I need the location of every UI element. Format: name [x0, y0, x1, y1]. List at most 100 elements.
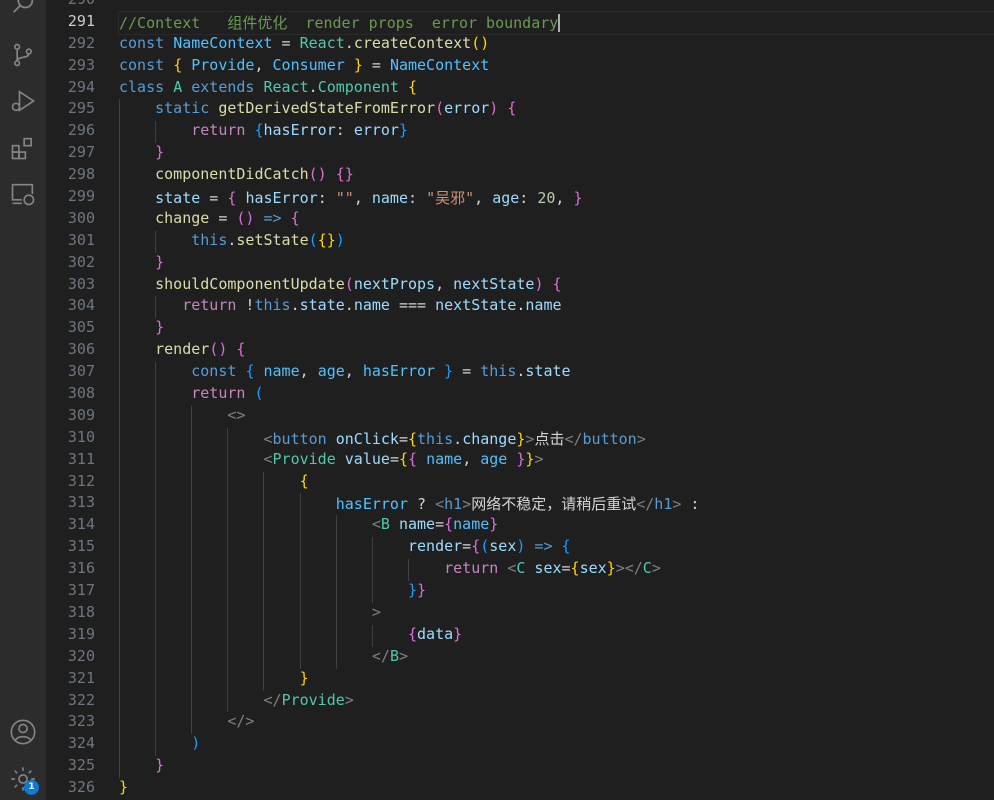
- code-line[interactable]: 302 }: [46, 252, 994, 275]
- indent-guide: [263, 493, 265, 516]
- code-token: shouldComponentUpdate: [155, 274, 345, 293]
- indent-guide: [335, 602, 337, 625]
- line-number: 322: [67, 690, 95, 709]
- indent-guide: [119, 99, 120, 122]
- indent-guide: [191, 493, 193, 516]
- code-line[interactable]: 323 </>: [46, 712, 994, 735]
- code-token: age: [317, 362, 345, 381]
- settings-badge: 1: [24, 780, 39, 795]
- source-control-icon[interactable]: [9, 41, 37, 69]
- code-line[interactable]: 303 shouldComponentUpdate(nextProps, nex…: [46, 274, 994, 297]
- code-line[interactable]: 314 <B name={name}: [46, 515, 994, 538]
- indent-guide: [227, 690, 229, 713]
- code-line[interactable]: 294 class A extends React.Component {: [46, 78, 994, 100]
- code-line[interactable]: 315 render={(sex) => {: [46, 537, 994, 560]
- code-token: :: [335, 121, 354, 140]
- code-token: (: [480, 537, 490, 556]
- account-icon[interactable]: [9, 718, 37, 746]
- code-line[interactable]: 309 <>: [46, 405, 994, 428]
- code-line[interactable]: 290: [46, 0, 994, 12]
- code-token: A: [173, 77, 183, 96]
- code-token: nextState: [435, 296, 517, 315]
- code-token: }: [155, 252, 165, 271]
- run-debug-icon[interactable]: [9, 87, 37, 115]
- code-token: sex: [579, 559, 607, 578]
- code-token: ,: [435, 274, 454, 293]
- indent-guide: [155, 515, 157, 538]
- code-line[interactable]: 304 return !this.state.name === nextStat…: [46, 296, 994, 319]
- code-line[interactable]: 318 >: [46, 602, 994, 625]
- search-icon[interactable]: [9, 0, 37, 18]
- code-token: {: [552, 274, 562, 293]
- indent-guide: [371, 537, 373, 560]
- code-line[interactable]: 322 </Provide>: [46, 690, 994, 713]
- code-token: NameContext: [173, 33, 273, 52]
- extensions-icon[interactable]: [9, 134, 37, 162]
- code-line[interactable]: 307 const { name, age, hasError } = this…: [46, 362, 994, 385]
- code-line[interactable]: 306 render() {: [46, 340, 994, 363]
- code-token: =: [398, 429, 408, 448]
- code-line[interactable]: 300 change = () => {: [46, 208, 994, 231]
- code-line[interactable]: 295 static getDerivedStateFromError(erro…: [46, 99, 994, 122]
- code-line[interactable]: 326}: [46, 778, 994, 800]
- code-token: componentDidCatch: [155, 165, 309, 184]
- code-editor[interactable]: 290 291 //Context 组件优化 render props error …: [46, 0, 994, 800]
- code-line[interactable]: 299 state = { hasError: "", name: "吴邪", …: [46, 187, 994, 209]
- code-token: </: [636, 495, 655, 514]
- code-token: }: [398, 121, 408, 140]
- line-code: <Provide value={{ name, age }}>: [119, 449, 994, 472]
- line-code: <B name={name}: [119, 515, 994, 538]
- code-line[interactable]: 311 <Provide value={{ name, age }}>: [46, 449, 994, 472]
- code-line[interactable]: 305 }: [46, 318, 994, 341]
- code-line[interactable]: 296 return {hasError: error}: [46, 121, 994, 144]
- line-code: return <C sex={sex}></C>: [119, 559, 994, 582]
- indent-guide: [119, 449, 120, 472]
- code-line[interactable]: 325 }: [46, 756, 994, 779]
- code-line[interactable]: 313 hasError ? <h1>网络不稳定，请稍后重试</h1> :: [46, 493, 994, 516]
- code-line[interactable]: 298 componentDidCatch() {}: [46, 165, 994, 188]
- code-line[interactable]: 317 }}: [46, 581, 994, 603]
- indent-guide: [191, 690, 193, 713]
- remote-explorer-icon[interactable]: [9, 180, 37, 208]
- code-line[interactable]: 301 this.setState({}): [46, 230, 994, 253]
- indent-guide: [335, 515, 337, 538]
- code-token: name: [371, 189, 408, 208]
- code-token: setState: [236, 230, 309, 249]
- code-token: =: [435, 515, 445, 534]
- indent-guide: [263, 624, 265, 647]
- code-token: button: [272, 429, 327, 448]
- indent-guide: [299, 493, 301, 516]
- indent-guide: [191, 471, 193, 494]
- code-line[interactable]: 310 <button onClick={this.change}>点击</bu…: [46, 427, 994, 450]
- line-number: 313: [67, 493, 95, 512]
- indent-guide: [299, 515, 301, 538]
- indent-guide: [335, 559, 337, 582]
- indent-guide: [119, 362, 120, 385]
- code-line[interactable]: 312 {: [46, 471, 994, 494]
- code-line[interactable]: 320 </B>: [46, 646, 994, 669]
- code-line[interactable]: 297 }: [46, 143, 994, 166]
- code-line[interactable]: 293 const { Provide, Consumer } = NameCon…: [46, 56, 994, 78]
- code-token: {: [398, 449, 408, 468]
- indent-guide: [119, 318, 120, 341]
- code-token: ): [335, 230, 345, 249]
- code-line[interactable]: 319 {data}: [46, 624, 994, 647]
- line-number: 301: [67, 230, 95, 249]
- code-line[interactable]: 321 }: [46, 668, 994, 691]
- code-token: error: [353, 121, 399, 140]
- code-line[interactable]: 324 ): [46, 734, 994, 757]
- code-token: </: [564, 429, 583, 448]
- code-line[interactable]: 316 return <C sex={sex}></C>: [46, 559, 994, 582]
- code-token: =: [209, 208, 237, 227]
- indent-guide: [155, 427, 157, 450]
- code-line[interactable]: 291 //Context 组件优化 render props error bou…: [46, 10, 994, 35]
- code-line[interactable]: 308 return (: [46, 384, 994, 406]
- code-token: Provide: [191, 55, 255, 74]
- code-line[interactable]: 292 const NameContext = React.createConte…: [46, 34, 994, 56]
